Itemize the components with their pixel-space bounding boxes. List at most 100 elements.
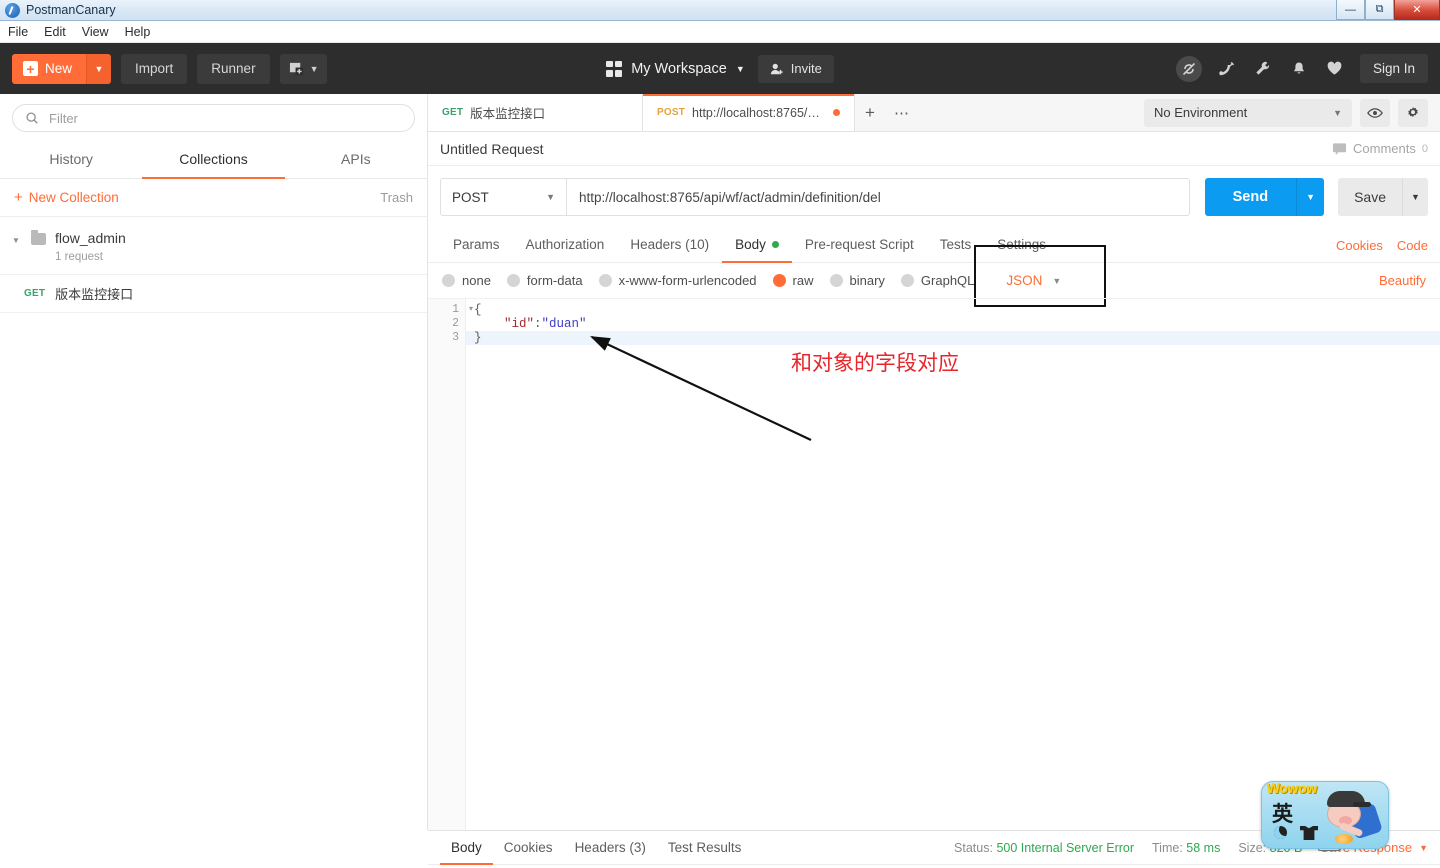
raw-format-selector[interactable]: JSON ▼	[1006, 273, 1061, 288]
body-type-form-data[interactable]: form-data	[506, 273, 583, 288]
sidebar-tab-apis[interactable]: APIs	[285, 140, 427, 179]
sidebar-tab-collections[interactable]: Collections	[142, 140, 285, 179]
tab-method-badge: GET	[442, 107, 464, 118]
request-tab-1[interactable]: POST http://localhost:8765/api/wf/a...	[643, 94, 855, 131]
response-tab-body[interactable]: Body	[440, 832, 493, 865]
method-value: POST	[452, 189, 489, 205]
body-type-graphql[interactable]: GraphQL	[900, 273, 974, 288]
sync-off-icon[interactable]	[1175, 55, 1202, 82]
tab-options-button[interactable]: ⋯	[885, 94, 919, 131]
beautify-link[interactable]: Beautify	[1379, 273, 1426, 288]
editor-code-area[interactable]: { "id":"duan" } 和对象的字段对应	[466, 299, 1440, 830]
new-collection-button[interactable]: + New Collection	[14, 190, 119, 205]
collection-request-count: 1 request	[55, 251, 103, 263]
toolbar-right-actions: Sign In	[1175, 54, 1428, 83]
chevron-down-icon[interactable]: ▼	[310, 64, 319, 74]
minimize-button[interactable]: —	[1336, 0, 1365, 20]
new-button[interactable]: + New ▼	[12, 53, 112, 84]
code-link[interactable]: Code	[1397, 238, 1428, 253]
plus-icon: +	[23, 61, 38, 76]
folder-icon	[31, 230, 46, 245]
annotation-text: 和对象的字段对应	[791, 351, 959, 375]
collection-item-flow-admin[interactable]: ▼ flow_admin 1 request	[0, 217, 427, 275]
tab-settings[interactable]: Settings	[984, 228, 1059, 263]
response-tab-cookies[interactable]: Cookies	[493, 832, 564, 865]
send-options-caret-icon[interactable]: ▼	[1296, 178, 1325, 216]
tab-headers[interactable]: Headers (10)	[617, 228, 722, 263]
line-number: 1	[428, 303, 473, 317]
grid-icon	[606, 60, 623, 77]
new-tab-button[interactable]: +	[855, 94, 885, 131]
moon-icon[interactable]	[1274, 826, 1287, 839]
gear-icon	[1408, 106, 1418, 117]
tab-body[interactable]: Body	[722, 228, 792, 263]
skin-icon[interactable]	[1300, 826, 1318, 840]
radio-icon	[900, 274, 914, 287]
environment-selector[interactable]: No Environment ▼	[1144, 98, 1352, 127]
new-dropdown-caret-icon[interactable]: ▼	[86, 53, 112, 84]
body-type-raw[interactable]: raw	[772, 273, 814, 288]
satellite-icon[interactable]	[1216, 58, 1238, 80]
chevron-down-icon[interactable]: ▼	[1052, 276, 1061, 286]
tab-pre-request-script[interactable]: Pre-request Script	[792, 228, 927, 263]
response-tab-test-results[interactable]: Test Results	[657, 832, 753, 865]
cookies-link[interactable]: Cookies	[1336, 238, 1383, 253]
request-tab-0[interactable]: GET 版本监控接口	[428, 94, 643, 131]
maximize-button[interactable]: ⧉	[1365, 0, 1394, 20]
url-row: POST ▼ http://localhost:8765/api/wf/act/…	[428, 166, 1440, 228]
body-type-urlencoded[interactable]: x-www-form-urlencoded	[598, 273, 757, 288]
chevron-down-icon[interactable]: ▼	[736, 64, 745, 74]
request-body-editor[interactable]: 1 2 3 { "id":"duan" } 和对象的字段对应	[428, 298, 1440, 830]
ime-logo-text: Wowow	[1266, 782, 1318, 797]
window-controls[interactable]: — ⧉ ✕	[1336, 0, 1440, 21]
body-type-binary[interactable]: binary	[829, 273, 885, 288]
chevron-down-icon[interactable]: ▼	[1333, 108, 1342, 118]
tab-authorization[interactable]: Authorization	[513, 228, 618, 263]
request-method-badge: GET	[24, 288, 46, 299]
menu-edit[interactable]: Edit	[44, 25, 66, 39]
sidebar-tab-history[interactable]: History	[0, 140, 142, 179]
menu-view[interactable]: View	[82, 25, 109, 39]
settings-button[interactable]	[1398, 98, 1428, 127]
bell-icon[interactable]	[1288, 58, 1310, 80]
chevron-down-icon[interactable]: ▼	[1419, 843, 1428, 853]
chevron-down-icon[interactable]: ▼	[546, 192, 555, 202]
wrench-icon[interactable]	[1252, 58, 1274, 80]
save-options-caret-icon[interactable]: ▼	[1402, 178, 1428, 216]
sign-in-button[interactable]: Sign In	[1359, 54, 1428, 83]
send-button[interactable]: Send	[1204, 178, 1297, 216]
open-new-button[interactable]: ▼	[279, 53, 328, 84]
environment-quick-look-button[interactable]	[1360, 98, 1390, 127]
tab-tests[interactable]: Tests	[927, 228, 985, 263]
invite-button[interactable]: Invite	[757, 54, 834, 83]
close-button[interactable]: ✕	[1394, 0, 1440, 20]
open-new-icon	[289, 62, 303, 76]
menu-file[interactable]: File	[8, 25, 28, 39]
body-type-none[interactable]: none	[442, 273, 491, 288]
sidebar-tabs[interactable]: History Collections APIs	[0, 140, 427, 179]
ime-floating-widget[interactable]: Wowow 英	[1261, 781, 1389, 849]
response-tab-headers[interactable]: Headers (3)	[564, 832, 657, 865]
heart-icon[interactable]	[1324, 58, 1346, 80]
app-toolbar: + New ▼ Import Runner ▼ My Workspace ▼ I…	[0, 43, 1440, 94]
editor-gutter: 1 2 3	[428, 299, 473, 830]
ime-mode-char[interactable]: 英	[1272, 798, 1293, 828]
import-button[interactable]: Import	[121, 53, 188, 84]
method-selector[interactable]: POST ▼	[440, 178, 566, 216]
save-button[interactable]: Save	[1338, 178, 1402, 216]
menu-help[interactable]: Help	[125, 25, 151, 39]
chevron-down-icon[interactable]: ▼	[12, 236, 22, 245]
url-input[interactable]: http://localhost:8765/api/wf/act/admin/d…	[566, 178, 1190, 216]
pig-mascot-icon	[1323, 786, 1385, 846]
trash-button[interactable]: Trash	[380, 190, 413, 205]
menu-bar[interactable]: File Edit View Help	[0, 21, 1440, 43]
request-name-row: Untitled Request Comments 0	[428, 132, 1440, 166]
filter-input[interactable]: Filter	[12, 104, 415, 132]
sidebar-request-item[interactable]: GET 版本监控接口	[0, 275, 427, 313]
postman-logo-icon	[5, 2, 20, 18]
tab-params[interactable]: Params	[440, 228, 513, 263]
comments-button[interactable]: Comments 0	[1332, 141, 1428, 156]
runner-button[interactable]: Runner	[197, 53, 270, 84]
radio-icon	[598, 274, 612, 287]
workspace-selector[interactable]: My Workspace ▼	[606, 60, 745, 77]
